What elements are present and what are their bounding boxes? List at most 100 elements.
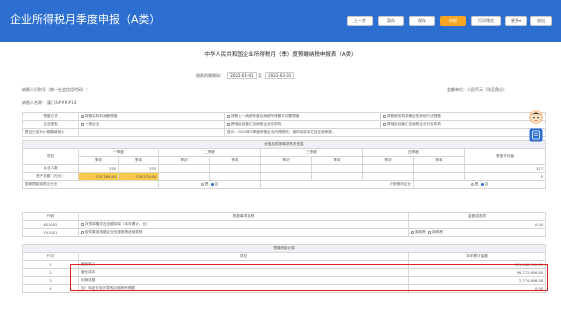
period-start-field[interactable]: 2022-01-01	[227, 72, 257, 79]
cell[interactable]	[260, 164, 312, 173]
restricted-industry-label: 国家限制或禁止行业	[22, 180, 159, 189]
attached-code: Y01001	[22, 228, 79, 237]
form-title: 中华人民共和国企业所得税月（季）度预缴纳税申报表（A类）	[204, 52, 357, 58]
code-header: 代码	[22, 212, 79, 221]
enterprise-type-branch[interactable]: 跨地区经营汇总纳税企业分支机构	[380, 120, 546, 129]
enterprise-type-label: 企业类型	[22, 120, 79, 129]
print-preview-button[interactable]: 打印预览	[471, 16, 501, 26]
option-label: 跨地区经营汇总纳税企业总机构	[231, 122, 282, 126]
item-name-header: 附报事项名称	[78, 212, 409, 221]
cell[interactable]	[311, 172, 363, 181]
donation-amount[interactable]: 0.00	[408, 220, 546, 229]
software-policy-options[interactable]: 原政策 新政策	[408, 228, 546, 237]
checkbox-icon	[227, 122, 230, 126]
app-header: 企业所得税月季度申报（A类） 上一步 暂存 保存 申报 打印预览 更多▾ 退出	[0, 0, 561, 42]
warning-text: 提示：2023年4季度申报企业所得税时，请勿勾选本栏目在税申报。	[224, 128, 546, 137]
radio-yes-icon[interactable]	[470, 182, 474, 186]
small-scale-label: 是否已成为小规模纳税人	[22, 128, 79, 137]
assets-end[interactable]: 129,975.84	[118, 172, 159, 181]
preferential-section-title: 优惠及附报事项有关信息	[22, 140, 546, 149]
amount-unit: 金额单位：人民币元（列至角分）	[447, 87, 507, 92]
attached-code: K01002	[22, 220, 79, 229]
begin-header: 季初	[78, 156, 119, 165]
checkbox-icon	[227, 114, 230, 118]
cell[interactable]	[158, 172, 210, 181]
new-policy-label: 新政策	[432, 230, 443, 234]
q2-header: 二季度	[158, 148, 261, 157]
avg-header: 季度平均值	[464, 148, 546, 165]
cell[interactable]	[413, 172, 465, 181]
cell[interactable]	[260, 172, 312, 181]
enterprise-type-head[interactable]: 跨地区经营汇总纳税企业总机构	[224, 120, 381, 129]
temp-save-button[interactable]: 暂存	[378, 16, 404, 26]
employees-begin[interactable]: 335	[78, 164, 119, 173]
end-header: 季末	[209, 156, 261, 165]
form-guide-icon[interactable]	[529, 128, 543, 142]
cell[interactable]	[362, 172, 414, 181]
assets-avg: 0	[464, 172, 546, 181]
cell[interactable]	[158, 164, 210, 173]
save-button[interactable]: 保存	[409, 16, 435, 26]
assets-begin[interactable]: 170,169.44	[78, 172, 119, 181]
small-micro-options[interactable]: 是 否	[413, 180, 546, 189]
no-label: 否	[484, 182, 489, 186]
option-label: 按照上一纳税年度应纳税所得额平均额预缴	[231, 114, 300, 118]
checkbox-icon	[383, 122, 386, 126]
q3-header: 三季度	[260, 148, 363, 157]
cell[interactable]	[209, 172, 261, 181]
taxpayer-name-label: 纳税人名称：	[22, 100, 46, 105]
cell[interactable]	[311, 164, 363, 173]
prepay-option-avg[interactable]: 按照上一纳税年度应纳税所得额平均额预缴	[224, 112, 381, 121]
checkbox-icon[interactable]	[428, 230, 432, 234]
attached-item-donation[interactable]: 扶贫捐赠支出全额扣除（本年累计，元）	[78, 220, 409, 229]
attached-items-table: 代码 附报事项名称 金额或选项 K01002 扶贫捐赠支出全额扣除（本年累计，元…	[22, 212, 546, 237]
end-header: 季末	[311, 156, 363, 165]
declare-button[interactable]: 申报	[440, 16, 466, 26]
begin-header: 季初	[260, 156, 312, 165]
radio-no-icon[interactable]	[480, 182, 484, 186]
previous-step-button[interactable]: 上一步	[347, 16, 373, 26]
employees-label: 从业人数	[22, 164, 79, 173]
taxpayer-name: 纳税人名称： 厦门4####14	[22, 100, 76, 106]
small-micro-label: 小型微利企业	[260, 180, 414, 189]
end-header: 季末	[413, 156, 465, 165]
enterprise-type-general[interactable]: 一般企业	[78, 120, 225, 129]
employees-end[interactable]: 333	[118, 164, 159, 173]
cell[interactable]	[209, 164, 261, 173]
cell[interactable]	[362, 164, 414, 173]
line-header: 行次	[22, 252, 79, 261]
begin-header: 季初	[362, 156, 414, 165]
option-label: 跨地区经营汇总纳税企业分支机构	[387, 122, 441, 126]
q1-header: 一季度	[78, 148, 159, 157]
prepay-option-actual[interactable]: 按照实际利润额预缴	[78, 112, 225, 121]
attached-item-software[interactable]: 软件集成电路企业优惠政策适用类型	[78, 228, 409, 237]
chevron-down-icon: ▾	[518, 18, 521, 23]
checkbox-icon[interactable]	[81, 222, 84, 226]
highlight-annotation	[70, 264, 548, 291]
assets-label: 资产总额（万元）	[22, 172, 79, 181]
more-button[interactable]: 更多▾	[505, 16, 527, 26]
project-header: 项目	[22, 148, 79, 165]
end-header: 季末	[118, 156, 159, 165]
prepay-method-label: 预缴方式	[22, 112, 79, 121]
restricted-industry-options[interactable]: 是 否	[158, 180, 261, 189]
exit-button[interactable]: 退出	[530, 16, 552, 26]
prepay-section-title: 预缴税款计算	[21, 244, 547, 253]
assistant-avatar-icon[interactable]	[529, 110, 543, 124]
period-to-label: 至	[257, 73, 262, 78]
prepay-method-table: 预缴方式 按照实际利润额预缴 按照上一纳税年度应纳税所得额平均额预缴 按照税务机…	[22, 112, 546, 137]
checkbox-icon[interactable]	[411, 230, 414, 234]
prepay-option-other[interactable]: 按照税务机关确定的其他方法预缴	[380, 112, 546, 121]
app-title: 企业所得税月季度申报（A类）	[10, 13, 161, 26]
taxpayer-id-label: 纳税人识别号（统一社会信用代码）：	[22, 87, 90, 92]
checkbox-icon[interactable]	[81, 230, 84, 234]
option-label: 按照税务机关确定的其他方法预缴	[387, 114, 441, 118]
radio-yes-icon[interactable]	[200, 182, 204, 186]
item-header: 项目	[78, 252, 409, 261]
checkbox-icon	[81, 114, 84, 118]
period-end-field[interactable]: 2022-03-31	[265, 72, 295, 79]
cell[interactable]	[413, 164, 465, 173]
taxpayer-name-value: 厦门4####14	[47, 100, 77, 105]
radio-no-icon[interactable]	[210, 182, 214, 186]
small-scale-choice[interactable]	[78, 128, 225, 137]
